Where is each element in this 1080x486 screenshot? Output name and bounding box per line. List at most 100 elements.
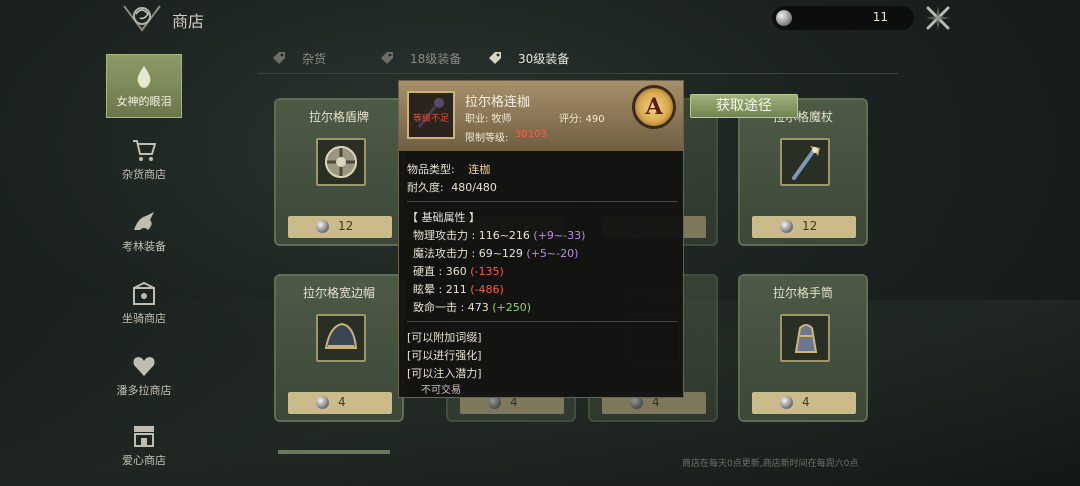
currency-value: 11 — [872, 10, 888, 24]
coin-icon — [316, 220, 329, 233]
price-tag: 4 — [288, 392, 392, 414]
item-name: 拉尔格宽边帽 — [302, 286, 375, 300]
stat-row: 硬直 : 360 (-135) — [413, 263, 504, 279]
durability-value: 480/480 — [451, 181, 497, 194]
stat-label: 物理攻击力 : 116~216 — [413, 229, 530, 242]
item-slot — [780, 314, 830, 362]
item-tooltip: 等级不足 拉尔格连枷 职业: 牧师 评分: 490 限制等级: 30103 A … — [398, 80, 684, 398]
divider — [407, 201, 677, 202]
cart-icon — [133, 140, 157, 161]
trade-restriction: 不可交易 — [421, 385, 461, 396]
stat-row: 致命一击 : 473 (+250) — [413, 299, 531, 315]
tab-grocery[interactable]: 杂货 — [272, 50, 326, 67]
durability-row: 耐久度: 480/480 — [407, 179, 497, 195]
top-bar: 商店 11 — [0, 0, 1080, 36]
tab-level-30-equipment[interactable]: 30级装备 — [488, 50, 569, 67]
tooltip-level-label: 限制等级: — [465, 133, 509, 144]
sidebar-item-goddess-tears[interactable]: 女神的眼泪 — [106, 54, 182, 118]
currency-display: 11 — [772, 6, 914, 30]
category-tabs: 杂货 18级装备 30级装备 — [258, 46, 898, 74]
item-type-row: 物品类型: 连枷 — [407, 161, 490, 177]
tab-level-18-equipment[interactable]: 18级装备 — [380, 50, 461, 67]
price-tag: 12 — [288, 216, 392, 238]
gauntlet-icon — [794, 324, 818, 353]
item-name: 拉尔格手筒 — [772, 286, 833, 300]
acquire-method-button[interactable]: 获取途径 — [690, 94, 798, 118]
durability-label: 耐久度: — [407, 181, 444, 194]
option-row: [可以注入潜力] — [407, 367, 482, 380]
stat-bonus: (+5~-20) — [526, 247, 579, 260]
stat-row: 眩晕 : 211 (-486) — [413, 281, 504, 297]
tag-icon — [273, 52, 285, 64]
grade-badge: A — [632, 85, 676, 129]
tear-drop-icon — [137, 66, 151, 88]
next-row-edge — [278, 450, 390, 454]
stat-bonus: (-135) — [470, 265, 504, 278]
stat-bonus: (+250) — [492, 301, 531, 314]
stat-row: 魔法攻击力 : 69~129 (+5~-20) — [413, 245, 578, 261]
item-price: 12 — [802, 219, 818, 233]
dragon-emblem-icon — [123, 5, 161, 32]
item-price: 12 — [338, 219, 354, 233]
stat-label: 魔法攻击力 : 69~129 — [413, 247, 523, 260]
sidebar-item-label: 爱心商店 — [122, 454, 166, 467]
page-title: 商店 — [172, 12, 205, 31]
item-price: 4 — [338, 395, 346, 409]
price-tag: 12 — [752, 216, 856, 238]
item-card[interactable]: 拉尔格盾牌 12 — [274, 98, 404, 246]
tag-icon — [489, 52, 501, 64]
close-icon[interactable] — [924, 4, 952, 32]
tooltip-item-name: 拉尔格连枷 — [465, 95, 531, 110]
tab-label: 18级装备 — [410, 52, 462, 66]
hat-icon — [324, 322, 358, 349]
item-name: 拉尔格盾牌 — [308, 110, 369, 124]
item-slot — [316, 138, 366, 186]
item-thumbnail: 等级不足 — [407, 91, 455, 139]
dragon-icon — [134, 212, 154, 230]
sidebar-item-love-shop[interactable]: 爱心商店 — [106, 414, 182, 478]
item-card[interactable]: 拉尔格手筒 4 — [738, 274, 868, 422]
sidebar-item-label: 考林装备 — [122, 240, 166, 253]
sidebar-item-kaolin-equipment[interactable]: 考林装备 — [106, 200, 182, 264]
refresh-note: 商店在每天0点更新,商店新时间在每周六0点 — [682, 459, 859, 469]
item-type-label: 物品类型: — [407, 163, 455, 176]
sidebar-item-grocery-shop[interactable]: 杂货商店 — [106, 128, 182, 192]
tooltip-class: 职业: 牧师 — [465, 114, 512, 125]
sidebar-item-label: 女神的眼泪 — [116, 95, 172, 108]
store-icon — [134, 426, 154, 447]
price-tag: 4 — [752, 392, 856, 414]
sidebar-item-label: 潘多拉商店 — [116, 384, 172, 397]
tooltip-level-value: 30103 — [515, 129, 547, 140]
tooltip-score: 评分: 490 — [559, 114, 605, 125]
sidebar-item-label: 坐骑商店 — [122, 312, 166, 325]
item-card[interactable]: 拉尔格魔杖 12 — [738, 98, 868, 246]
tab-label: 30级装备 — [518, 52, 570, 66]
option-row: [可以附加词缀] — [407, 331, 482, 344]
mount-shop-icon — [133, 281, 155, 305]
item-price: 4 — [802, 395, 810, 409]
heart-icon — [133, 357, 155, 376]
coin-icon — [780, 396, 793, 409]
item-slot — [780, 138, 830, 186]
sidebar-item-pandora-shop[interactable]: 潘多拉商店 — [106, 344, 182, 408]
divider — [407, 321, 677, 322]
coin-icon — [316, 396, 329, 409]
tooltip-header: 等级不足 拉尔格连枷 职业: 牧师 评分: 490 限制等级: 30103 A — [399, 81, 683, 151]
item-card[interactable]: 拉尔格宽边帽 4 — [274, 274, 404, 422]
option-row: [可以进行强化] — [407, 349, 482, 362]
item-slot — [316, 314, 366, 362]
coin-icon — [776, 10, 792, 26]
sidebar-item-mount-shop[interactable]: 坐骑商店 — [106, 272, 182, 336]
section-title: 【 基础属性 】 — [407, 211, 480, 224]
stat-label: 硬直 : 360 — [413, 265, 467, 278]
stat-bonus: (+9~-33) — [533, 229, 586, 242]
level-insufficient-label: 等级不足 — [412, 114, 449, 124]
stat-bonus: (-486) — [470, 283, 504, 296]
tag-icon — [381, 52, 393, 64]
staff-icon — [792, 146, 820, 180]
stat-label: 眩晕 : 211 — [413, 283, 467, 296]
tab-label: 杂货 — [302, 52, 327, 66]
stat-row: 物理攻击力 : 116~216 (+9~-33) — [413, 227, 585, 243]
stat-label: 致命一击 : 473 — [413, 301, 489, 314]
sidebar: 女神的眼泪 杂货商店 考林装备 坐骑商店 潘多拉商店 爱心商店 — [106, 52, 182, 472]
